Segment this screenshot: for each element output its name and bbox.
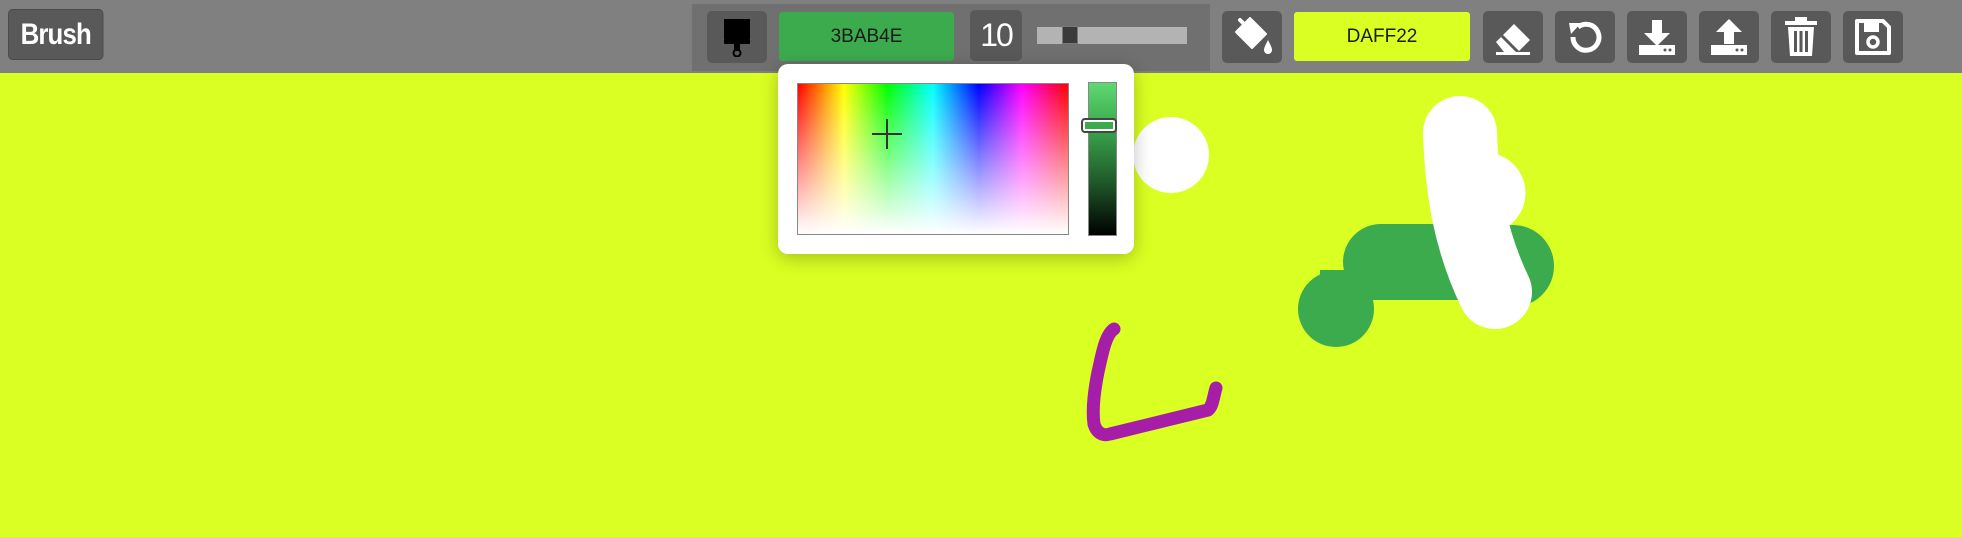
brush-color-field[interactable]: 3BAB4E (779, 12, 954, 61)
save-icon (1855, 19, 1891, 55)
download-icon (1639, 20, 1675, 55)
undo-icon (1569, 21, 1602, 53)
fill-color-field[interactable]: DAFF22 (1294, 12, 1470, 61)
lightness-handle[interactable] (1081, 118, 1117, 134)
color-picker-popup (778, 64, 1134, 254)
white-brush-stroke (1423, 96, 1532, 329)
download-button[interactable] (1627, 11, 1687, 63)
undo-button[interactable] (1555, 11, 1615, 63)
save-button[interactable] (1843, 11, 1903, 63)
fill-button[interactable] (1222, 11, 1282, 63)
brush-icon (724, 19, 750, 57)
clear-button[interactable] (1771, 11, 1831, 63)
brush-size-slider[interactable] (1037, 26, 1187, 44)
purple-stroke (1086, 322, 1223, 442)
saturation-hue-area[interactable] (797, 83, 1069, 235)
eraser-button[interactable] (1483, 11, 1543, 63)
mode-button[interactable]: Brush (8, 9, 104, 60)
paint-bucket-icon (1235, 17, 1272, 54)
slider-thumb[interactable] (1062, 26, 1079, 44)
toolbar: Brush 3BAB4E 10 DAFF22 (0, 0, 1962, 73)
trash-icon (1785, 17, 1817, 56)
white-dot-stroke (1133, 117, 1209, 193)
lightness-slider[interactable] (1088, 82, 1117, 236)
picker-crosshair[interactable] (872, 118, 903, 149)
brush-button[interactable] (707, 11, 767, 63)
paint-app: Brush 3BAB4E 10 DAFF22 (0, 0, 1962, 537)
upload-button[interactable] (1699, 11, 1759, 63)
upload-icon (1711, 19, 1747, 55)
brush-size-value: 10 (970, 10, 1022, 61)
eraser-icon (1496, 24, 1530, 55)
